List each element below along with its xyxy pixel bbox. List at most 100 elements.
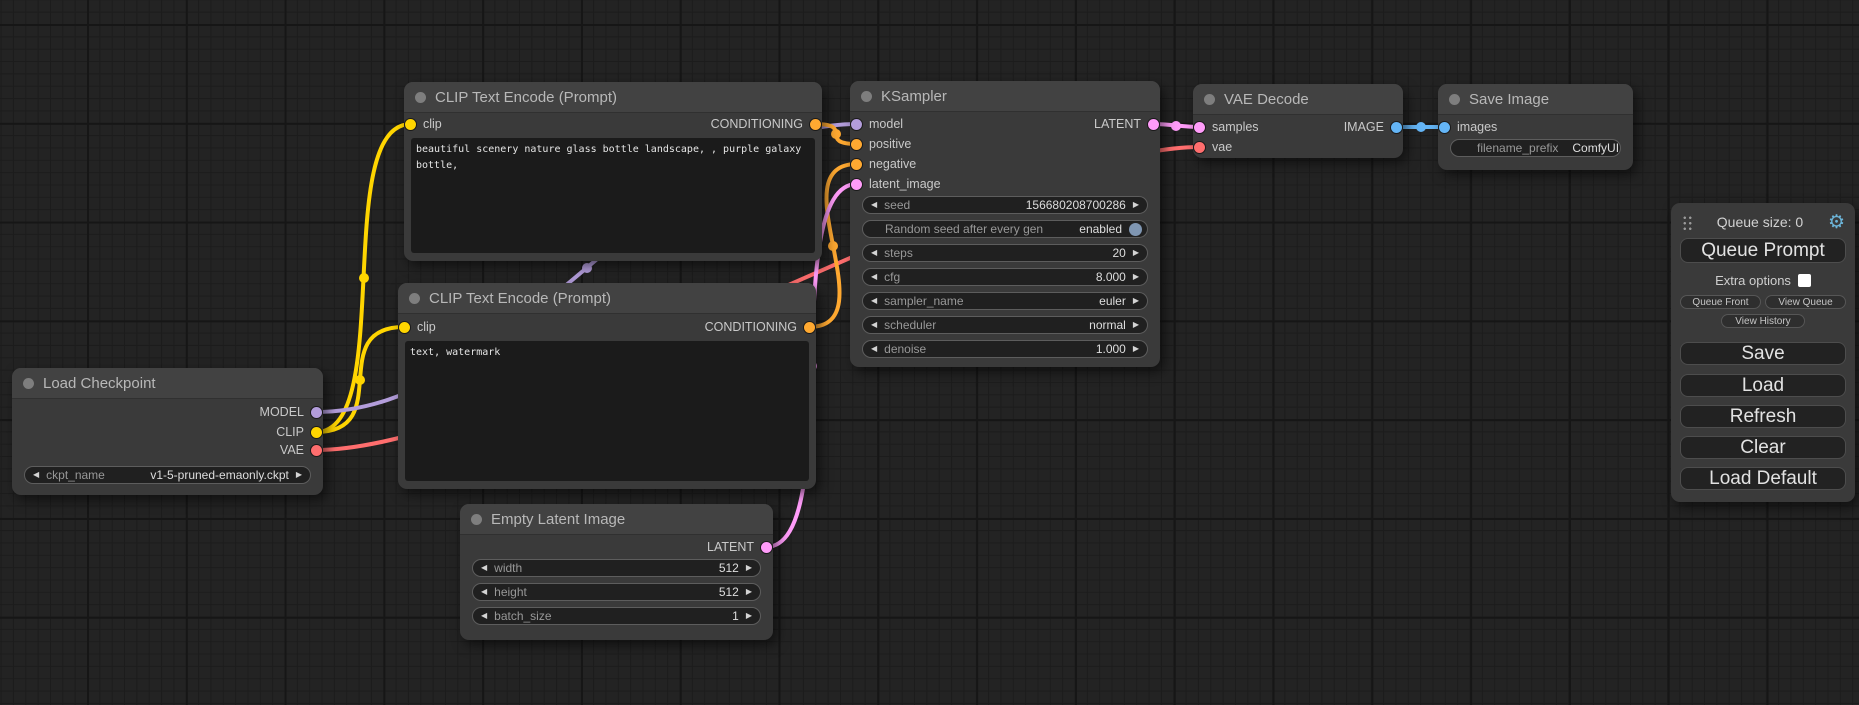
output-port-latent[interactable]: LATENT: [707, 537, 772, 557]
node-title-bar[interactable]: Load Checkpoint: [12, 368, 323, 399]
node-collapse-dot[interactable]: [1204, 94, 1215, 105]
scrub-right-icon[interactable]: ▶: [1133, 201, 1139, 209]
latent-port-dot[interactable]: [1148, 119, 1159, 130]
input-port-clip[interactable]: clip: [405, 114, 442, 134]
node-collapse-dot[interactable]: [415, 92, 426, 103]
latent-port-dot[interactable]: [1194, 122, 1205, 133]
scrub-left-icon[interactable]: ◀: [871, 273, 877, 281]
seed-widget[interactable]: ◀ seed 156680208700286 ▶: [862, 196, 1148, 214]
node-title-bar[interactable]: Empty Latent Image: [460, 504, 773, 535]
load-button[interactable]: Load: [1680, 374, 1846, 397]
gear-icon[interactable]: ⚙: [1828, 213, 1845, 232]
conditioning-port-dot[interactable]: [810, 119, 821, 130]
scrub-right-icon[interactable]: ▶: [296, 471, 302, 479]
node-collapse-dot[interactable]: [409, 293, 420, 304]
node-vae-decode[interactable]: VAE Decode samples vae IMAGE: [1193, 84, 1403, 158]
scrub-right-icon[interactable]: ▶: [1133, 249, 1139, 257]
input-port-vae[interactable]: vae: [1194, 137, 1232, 157]
scrub-left-icon[interactable]: ◀: [481, 564, 487, 572]
prompt-textarea[interactable]: beautiful scenery nature glass bottle la…: [411, 138, 815, 253]
queue-front-button[interactable]: Queue Front: [1680, 295, 1761, 309]
vae-port-dot[interactable]: [1194, 142, 1205, 153]
node-collapse-dot[interactable]: [471, 514, 482, 525]
scrub-right-icon[interactable]: ▶: [1133, 345, 1139, 353]
ckpt-name-widget[interactable]: ◀ ckpt_name v1-5-pruned-emaonly.ckpt ▶: [24, 466, 311, 484]
input-port-positive[interactable]: positive: [851, 134, 911, 154]
random-seed-toggle-widget[interactable]: Random seed after every gen enabled: [862, 220, 1148, 238]
scrub-left-icon[interactable]: ◀: [871, 297, 877, 305]
latent-port-dot[interactable]: [761, 542, 772, 553]
node-save-image[interactable]: Save Image images filename_prefix ComfyU…: [1438, 84, 1633, 170]
scrub-left-icon[interactable]: ◀: [481, 612, 487, 620]
image-port-dot[interactable]: [1439, 122, 1450, 133]
queue-prompt-button[interactable]: Queue Prompt: [1680, 238, 1846, 263]
node-title-bar[interactable]: VAE Decode: [1193, 84, 1403, 115]
latent-port-dot[interactable]: [851, 179, 862, 190]
drag-handle-icon[interactable]: [1681, 214, 1692, 230]
scrub-right-icon[interactable]: ▶: [746, 588, 752, 596]
scrub-left-icon[interactable]: ◀: [871, 249, 877, 257]
scrub-left-icon[interactable]: ◀: [871, 201, 877, 209]
node-graph-canvas[interactable]: Load Checkpoint MODEL CLIP VAE ◀ ckpt_na…: [0, 0, 1859, 705]
filename-prefix-widget[interactable]: filename_prefix ComfyUI: [1450, 139, 1621, 157]
scrub-left-icon[interactable]: ◀: [871, 345, 877, 353]
input-port-samples[interactable]: samples: [1194, 117, 1259, 137]
load-default-button[interactable]: Load Default: [1680, 467, 1846, 490]
height-widget[interactable]: ◀ height 512 ▶: [472, 583, 761, 601]
input-port-model[interactable]: model: [851, 114, 903, 134]
node-title-bar[interactable]: KSampler: [850, 81, 1160, 112]
image-port-dot[interactable]: [1391, 122, 1402, 133]
node-collapse-dot[interactable]: [23, 378, 34, 389]
scrub-right-icon[interactable]: ▶: [1133, 273, 1139, 281]
scrub-right-icon[interactable]: ▶: [1133, 321, 1139, 329]
node-collapse-dot[interactable]: [861, 91, 872, 102]
toggle-dot[interactable]: [1129, 223, 1142, 236]
view-queue-button[interactable]: View Queue: [1765, 295, 1846, 309]
scrub-left-icon[interactable]: ◀: [33, 471, 39, 479]
input-port-latent-image[interactable]: latent_image: [851, 174, 941, 194]
node-collapse-dot[interactable]: [1449, 94, 1460, 105]
output-port-conditioning[interactable]: CONDITIONING: [705, 317, 815, 337]
output-port-latent[interactable]: LATENT: [1094, 114, 1159, 134]
scheduler-widget[interactable]: ◀ scheduler normal ▶: [862, 316, 1148, 334]
denoise-widget[interactable]: ◀ denoise 1.000 ▶: [862, 340, 1148, 358]
node-title-bar[interactable]: Save Image: [1438, 84, 1633, 115]
output-port-conditioning[interactable]: CONDITIONING: [711, 114, 821, 134]
scrub-right-icon[interactable]: ▶: [1133, 297, 1139, 305]
cfg-widget[interactable]: ◀ cfg 8.000 ▶: [862, 268, 1148, 286]
batch-size-widget[interactable]: ◀ batch_size 1 ▶: [472, 607, 761, 625]
input-port-images[interactable]: images: [1439, 117, 1497, 137]
vae-port-dot[interactable]: [311, 445, 322, 456]
input-port-negative[interactable]: negative: [851, 154, 916, 174]
node-title-bar[interactable]: CLIP Text Encode (Prompt): [404, 82, 822, 113]
node-clip-text-encode-negative[interactable]: CLIP Text Encode (Prompt) clip CONDITION…: [398, 283, 816, 489]
node-clip-text-encode-positive[interactable]: CLIP Text Encode (Prompt) clip CONDITION…: [404, 82, 822, 261]
clip-port-dot[interactable]: [399, 322, 410, 333]
save-button[interactable]: Save: [1680, 342, 1846, 365]
output-port-model[interactable]: MODEL: [260, 402, 322, 422]
output-port-clip[interactable]: CLIP: [276, 422, 322, 442]
output-port-vae[interactable]: VAE: [280, 440, 322, 460]
extra-options-checkbox[interactable]: [1798, 274, 1811, 287]
width-widget[interactable]: ◀ width 512 ▶: [472, 559, 761, 577]
input-port-clip[interactable]: clip: [399, 317, 436, 337]
clear-button[interactable]: Clear: [1680, 436, 1846, 459]
output-port-image[interactable]: IMAGE: [1344, 117, 1402, 137]
clip-port-dot[interactable]: [405, 119, 416, 130]
node-ksampler[interactable]: KSampler model positive negative latent_…: [850, 81, 1160, 367]
scrub-left-icon[interactable]: ◀: [871, 321, 877, 329]
sampler-name-widget[interactable]: ◀ sampler_name euler ▶: [862, 292, 1148, 310]
node-load-checkpoint[interactable]: Load Checkpoint MODEL CLIP VAE ◀ ckpt_na…: [12, 368, 323, 495]
node-empty-latent-image[interactable]: Empty Latent Image LATENT ◀ width 512 ▶ …: [460, 504, 773, 640]
conditioning-port-dot[interactable]: [804, 322, 815, 333]
view-history-button[interactable]: View History: [1721, 314, 1805, 328]
prompt-textarea[interactable]: text, watermark: [405, 341, 809, 481]
conditioning-port-dot[interactable]: [851, 139, 862, 150]
clip-port-dot[interactable]: [311, 427, 322, 438]
scrub-left-icon[interactable]: ◀: [481, 588, 487, 596]
conditioning-port-dot[interactable]: [851, 159, 862, 170]
model-port-dot[interactable]: [311, 407, 322, 418]
scrub-right-icon[interactable]: ▶: [746, 612, 752, 620]
steps-widget[interactable]: ◀ steps 20 ▶: [862, 244, 1148, 262]
model-port-dot[interactable]: [851, 119, 862, 130]
